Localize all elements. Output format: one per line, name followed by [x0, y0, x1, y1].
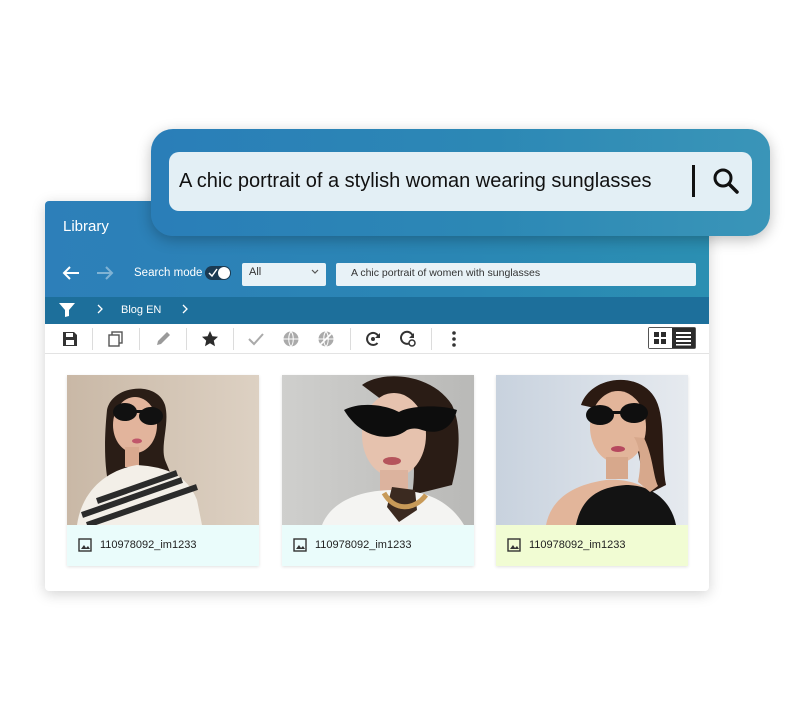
image-card[interactable]: 110978092_im1233: [282, 375, 474, 566]
filter-select[interactable]: All: [242, 263, 326, 286]
chevron-right-icon: [182, 304, 188, 314]
chevron-down-icon: [311, 269, 319, 274]
image-thumbnail[interactable]: [67, 375, 259, 525]
check-icon: [208, 268, 218, 278]
card-footer: 110978092_im1233: [282, 525, 474, 566]
image-filename: 110978092_im1233: [100, 539, 197, 551]
list-view-button[interactable]: [672, 328, 695, 348]
library-window: Library Search mode All A chic portrait …: [45, 201, 709, 591]
sync-settings-icon[interactable]: [399, 330, 417, 348]
library-title: Library: [63, 218, 109, 235]
image-icon: [507, 538, 521, 552]
view-mode-toggle[interactable]: [648, 327, 696, 349]
more-vert-icon[interactable]: [445, 330, 463, 348]
toolbar: [45, 324, 709, 354]
card-footer: 110978092_im1233: [496, 525, 688, 566]
breadcrumb-item-blog-en[interactable]: Blog EN: [121, 304, 161, 316]
copy-icon[interactable]: [107, 330, 125, 348]
grid-view-button[interactable]: [649, 328, 672, 348]
library-search-input[interactable]: A chic portrait of women with sunglasses: [336, 263, 696, 286]
filter-select-value: All: [249, 266, 262, 278]
image-card[interactable]: 110978092_im1233: [67, 375, 259, 566]
toggle-knob: [218, 267, 230, 279]
image-thumbnail[interactable]: [282, 375, 474, 525]
pencil-icon[interactable]: [154, 330, 172, 348]
check-icon[interactable]: [247, 330, 265, 348]
save-icon[interactable]: [61, 330, 79, 348]
forward-arrow-icon[interactable]: [95, 265, 115, 281]
image-thumbnail[interactable]: [496, 375, 688, 525]
image-card[interactable]: 110978092_im1233: [496, 375, 688, 566]
chevron-right-icon: [97, 304, 103, 314]
back-arrow-icon[interactable]: [61, 265, 81, 281]
globe-off-icon[interactable]: [317, 330, 335, 348]
star-icon[interactable]: [201, 330, 219, 348]
card-footer: 110978092_im1233: [67, 525, 259, 566]
text-caret: [692, 165, 695, 197]
ai-search-query: A chic portrait of a stylish woman weari…: [179, 170, 652, 192]
sync-icon[interactable]: [364, 330, 382, 348]
image-filename: 110978092_im1233: [315, 539, 412, 551]
list-icon: [676, 332, 691, 346]
image-icon: [78, 538, 92, 552]
breadcrumb: Blog EN: [45, 297, 709, 324]
filter-icon[interactable]: [58, 302, 76, 318]
grid-icon: [654, 332, 666, 344]
search-mode-toggle[interactable]: [205, 266, 231, 280]
image-filename: 110978092_im1233: [529, 539, 626, 551]
search-icon[interactable]: [711, 166, 741, 196]
image-icon: [293, 538, 307, 552]
search-mode-label: Search mode: [134, 267, 203, 279]
ai-search-input[interactable]: A chic portrait of a stylish woman weari…: [169, 152, 752, 211]
globe-icon[interactable]: [282, 330, 300, 348]
ai-search-panel: A chic portrait of a stylish woman weari…: [151, 129, 770, 236]
